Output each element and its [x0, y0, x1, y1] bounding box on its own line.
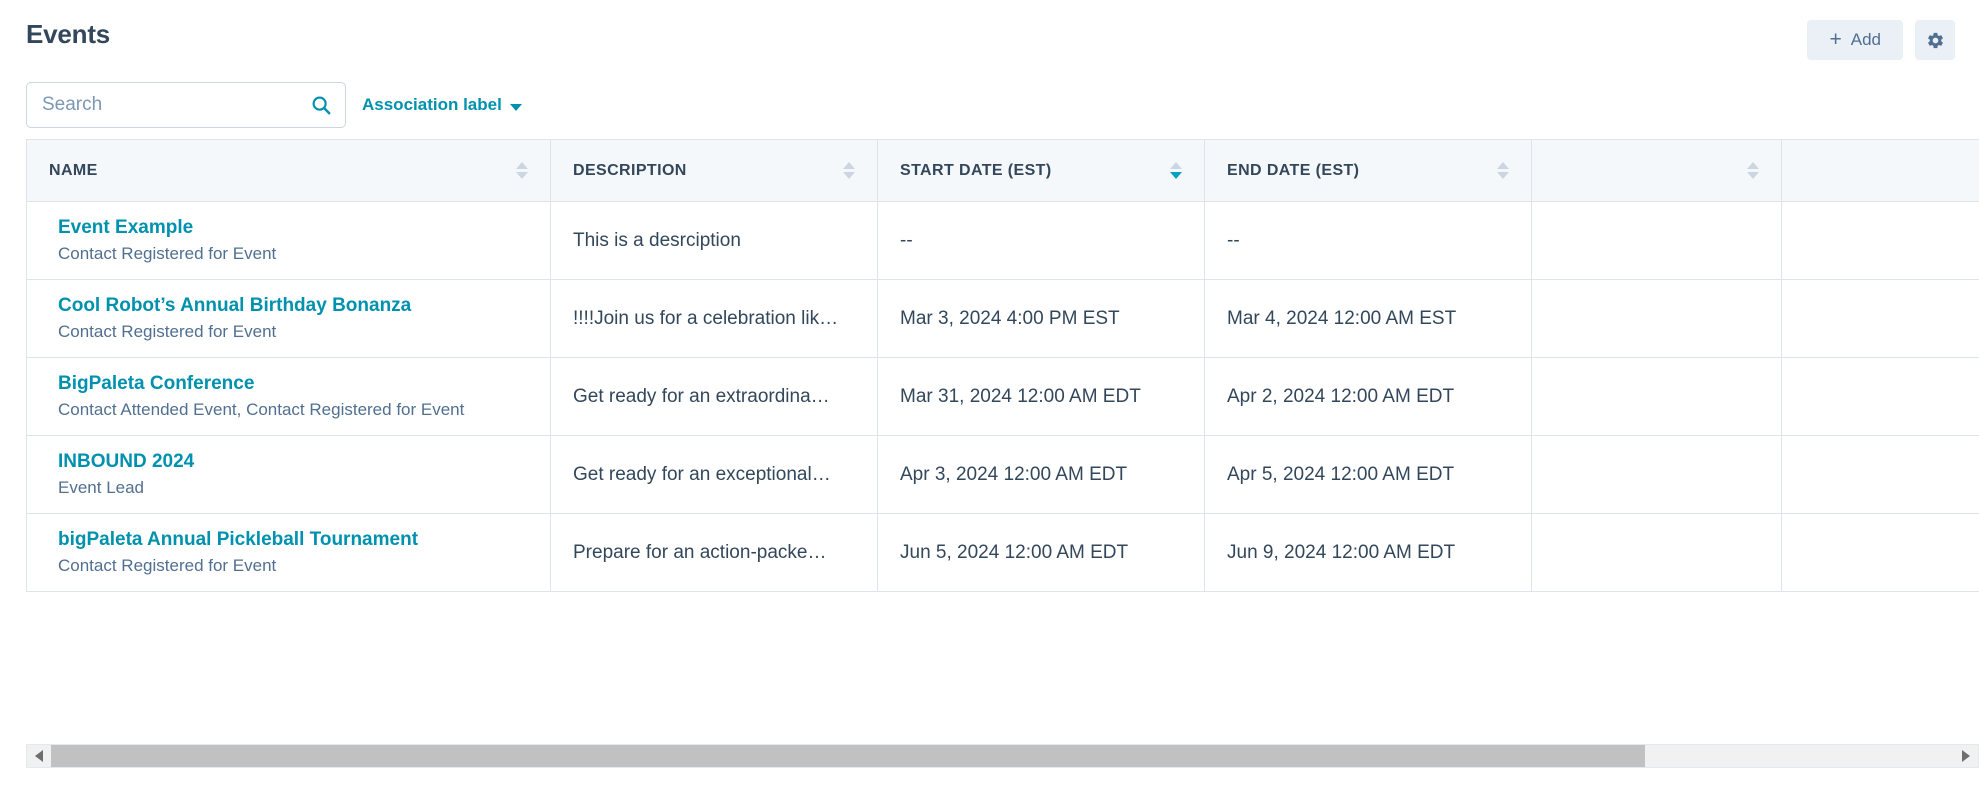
cell-overflow	[1532, 280, 1782, 358]
cell-overflow-2	[1782, 202, 1979, 280]
sort-ascending-icon	[1170, 162, 1182, 169]
sort-descending-icon	[516, 172, 528, 179]
event-name-link[interactable]: Event Example	[58, 216, 528, 240]
scroll-left-button[interactable]	[27, 745, 51, 767]
search-field-wrapper	[26, 82, 346, 128]
cell-description: Get ready for an extraordina…	[551, 358, 878, 436]
scroll-right-button[interactable]	[1954, 745, 1978, 767]
cell-overflow	[1532, 202, 1782, 280]
events-table-viewport: NAME DESCRIPTION	[26, 139, 1979, 733]
event-name-link[interactable]: BigPaleta Conference	[58, 372, 528, 396]
table-row[interactable]: INBOUND 2024 Event Lead Get ready for an…	[27, 436, 1979, 514]
sort-ascending-icon	[516, 162, 528, 169]
column-header-description[interactable]: DESCRIPTION	[551, 140, 878, 202]
triangle-left-icon	[35, 750, 43, 762]
cell-description: This is a desrciption	[551, 202, 878, 280]
cell-name: Event Example Contact Registered for Eve…	[27, 202, 551, 280]
add-button-label: Add	[1851, 30, 1881, 50]
sort-arrows-overflow[interactable]	[1747, 162, 1759, 179]
scrollbar-track[interactable]	[51, 745, 1954, 767]
column-header-description-label: DESCRIPTION	[573, 162, 687, 180]
cell-end-date: --	[1205, 202, 1532, 280]
horizontal-scrollbar[interactable]	[26, 744, 1979, 768]
table-body: Event Example Contact Registered for Eve…	[27, 202, 1979, 592]
table-head: NAME DESCRIPTION	[27, 140, 1979, 202]
column-header-name-label: NAME	[49, 162, 98, 180]
cell-end-date: Jun 9, 2024 12:00 AM EDT	[1205, 514, 1532, 592]
event-association-label: Contact Registered for Event	[58, 242, 528, 266]
settings-button[interactable]	[1915, 20, 1955, 60]
sort-ascending-icon	[1747, 162, 1759, 169]
cell-name: BigPaleta Conference Contact Attended Ev…	[27, 358, 551, 436]
column-header-overflow[interactable]	[1532, 140, 1782, 202]
sort-ascending-icon	[843, 162, 855, 169]
cell-end-date: Apr 2, 2024 12:00 AM EDT	[1205, 358, 1532, 436]
cell-end-date: Mar 4, 2024 12:00 AM EST	[1205, 280, 1532, 358]
table-header-row: NAME DESCRIPTION	[27, 140, 1979, 202]
cell-start-date: Apr 3, 2024 12:00 AM EDT	[878, 436, 1205, 514]
column-header-end-date[interactable]: END DATE (EST)	[1205, 140, 1532, 202]
cell-end-date: Apr 5, 2024 12:00 AM EDT	[1205, 436, 1532, 514]
cell-start-date: Jun 5, 2024 12:00 AM EDT	[878, 514, 1205, 592]
page-header: Events + Add	[0, 0, 1979, 72]
sort-descending-icon	[1747, 172, 1759, 179]
cell-overflow-2	[1782, 436, 1979, 514]
cell-overflow-2	[1782, 280, 1979, 358]
cell-overflow	[1532, 436, 1782, 514]
table-row[interactable]: bigPaleta Annual Pickleball Tournament C…	[27, 514, 1979, 592]
cell-name: bigPaleta Annual Pickleball Tournament C…	[27, 514, 551, 592]
column-header-start-date[interactable]: START DATE (EST)	[878, 140, 1205, 202]
column-header-end-date-label: END DATE (EST)	[1227, 162, 1359, 180]
cell-description: Get ready for an exceptional…	[551, 436, 878, 514]
column-header-name[interactable]: NAME	[27, 140, 551, 202]
sort-descending-icon	[1170, 172, 1182, 179]
cell-overflow	[1532, 358, 1782, 436]
triangle-right-icon	[1962, 750, 1970, 762]
scrollbar-thumb[interactable]	[51, 745, 1645, 767]
table-row[interactable]: Cool Robot’s Annual Birthday Bonanza Con…	[27, 280, 1979, 358]
cell-description: Prepare for an action-packe…	[551, 514, 878, 592]
search-input[interactable]	[26, 82, 346, 128]
plus-icon: +	[1829, 29, 1841, 50]
events-table: NAME DESCRIPTION	[26, 139, 1979, 592]
column-header-start-date-label: START DATE (EST)	[900, 162, 1052, 180]
event-association-label: Contact Registered for Event	[58, 320, 528, 344]
table-row[interactable]: Event Example Contact Registered for Eve…	[27, 202, 1979, 280]
table-row[interactable]: BigPaleta Conference Contact Attended Ev…	[27, 358, 1979, 436]
sort-descending-icon	[1497, 172, 1509, 179]
sort-arrows-start-date[interactable]	[1170, 162, 1182, 179]
column-header-overflow-2[interactable]	[1782, 140, 1979, 202]
association-label-text: Association label	[362, 95, 502, 115]
cell-description: !!!!Join us for a celebration lik…	[551, 280, 878, 358]
association-label-filter[interactable]: Association label	[362, 95, 522, 115]
header-actions: + Add	[1807, 18, 1955, 60]
cell-overflow-2	[1782, 358, 1979, 436]
table-toolbar: Association label	[26, 82, 522, 128]
cell-overflow-2	[1782, 514, 1979, 592]
event-name-link[interactable]: bigPaleta Annual Pickleball Tournament	[58, 528, 528, 552]
chevron-down-icon	[510, 104, 522, 111]
cell-name: Cool Robot’s Annual Birthday Bonanza Con…	[27, 280, 551, 358]
cell-start-date: Mar 3, 2024 4:00 PM EST	[878, 280, 1205, 358]
events-page: Events + Add Association label	[0, 0, 1979, 785]
cell-overflow	[1532, 514, 1782, 592]
add-button[interactable]: + Add	[1807, 20, 1903, 60]
sort-ascending-icon	[1497, 162, 1509, 169]
event-association-label: Event Lead	[58, 476, 528, 500]
page-title: Events	[26, 18, 110, 50]
cell-start-date: --	[878, 202, 1205, 280]
sort-arrows-description[interactable]	[843, 162, 855, 179]
cell-start-date: Mar 31, 2024 12:00 AM EDT	[878, 358, 1205, 436]
gear-icon	[1926, 31, 1945, 50]
event-name-link[interactable]: INBOUND 2024	[58, 450, 528, 474]
sort-arrows-name[interactable]	[516, 162, 528, 179]
event-name-link[interactable]: Cool Robot’s Annual Birthday Bonanza	[58, 294, 528, 318]
event-association-label: Contact Registered for Event	[58, 554, 528, 578]
sort-arrows-end-date[interactable]	[1497, 162, 1509, 179]
sort-descending-icon	[843, 172, 855, 179]
event-association-label: Contact Attended Event, Contact Register…	[58, 398, 528, 422]
cell-name: INBOUND 2024 Event Lead	[27, 436, 551, 514]
